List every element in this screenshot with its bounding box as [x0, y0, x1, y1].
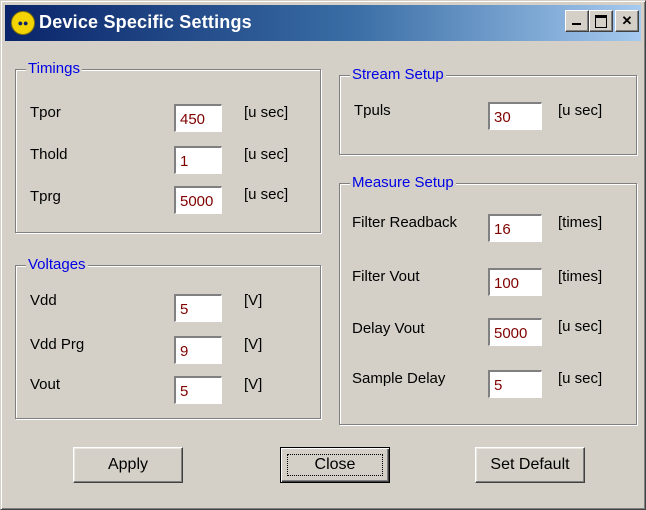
filter-readback-input[interactable]: 16 — [488, 214, 542, 242]
vout-label: Vout — [30, 376, 61, 393]
apply-button[interactable]: Apply — [73, 447, 183, 483]
close-button-label: Close — [314, 456, 356, 473]
sample-delay-unit: [u sec] — [558, 370, 603, 387]
app-logo-icon: ●● — [11, 11, 35, 35]
delay-vout-unit: [u sec] — [558, 318, 603, 335]
tpor-label: Tpor — [30, 104, 61, 121]
window-title: Device Specific Settings — [39, 12, 252, 32]
maximize-icon — [595, 15, 607, 28]
vdd-prg-input[interactable]: 9 — [174, 336, 222, 364]
close-icon: ✕ — [621, 13, 633, 28]
close-window-button[interactable]: ✕ — [615, 10, 639, 32]
minimize-button[interactable] — [565, 10, 589, 32]
delay-vout-label: Delay Vout — [352, 320, 425, 337]
vout-unit: [V] — [244, 376, 263, 393]
vout-input[interactable]: 5 — [174, 376, 222, 404]
thold-label: Thold — [30, 146, 68, 163]
sample-delay-label: Sample Delay — [352, 370, 446, 387]
vdd-label: Vdd — [30, 292, 57, 309]
title-bar[interactable]: ●● Device Specific Settings ✕ — [5, 5, 641, 41]
sample-delay-input[interactable]: 5 — [488, 370, 542, 398]
voltages-group-title: Voltages — [26, 256, 88, 273]
vdd-unit: [V] — [244, 292, 263, 309]
tpor-input[interactable]: 450 — [174, 104, 222, 132]
filter-vout-unit: [times] — [558, 268, 603, 285]
tprg-unit: [u sec] — [244, 186, 289, 203]
set-default-button[interactable]: Set Default — [475, 447, 585, 483]
measure-setup-group: Measure Setup Filter Readback 16 [times]… — [339, 174, 637, 425]
stream-setup-group-title: Stream Setup — [350, 66, 446, 83]
filter-vout-label: Filter Vout — [352, 268, 420, 285]
tpuls-unit: [u sec] — [558, 102, 603, 119]
filter-vout-input[interactable]: 100 — [488, 268, 542, 296]
stream-setup-group: Stream Setup Tpuls 30 [u sec] — [339, 66, 637, 155]
timings-group: Timings Tpor 450 [u sec] Thold 1 [u sec]… — [15, 60, 321, 233]
tpuls-label: Tpuls — [354, 102, 391, 119]
minimize-icon — [572, 23, 581, 25]
close-button[interactable]: Close — [280, 447, 390, 483]
tpuls-input[interactable]: 30 — [488, 102, 542, 130]
tprg-label: Tprg — [30, 188, 61, 205]
tpor-unit: [u sec] — [244, 104, 289, 121]
vdd-prg-unit: [V] — [244, 336, 263, 353]
measure-setup-group-title: Measure Setup — [350, 174, 456, 191]
maximize-button[interactable] — [589, 10, 613, 32]
timings-group-title: Timings — [26, 60, 82, 77]
voltages-group: Voltages Vdd 5 [V] Vdd Prg 9 [V] Vout 5 … — [15, 256, 321, 419]
delay-vout-input[interactable]: 5000 — [488, 318, 542, 346]
thold-input[interactable]: 1 — [174, 146, 222, 174]
filter-readback-label: Filter Readback — [352, 214, 458, 231]
vdd-input[interactable]: 5 — [174, 294, 222, 322]
vdd-prg-label: Vdd Prg — [30, 336, 85, 353]
thold-unit: [u sec] — [244, 146, 289, 163]
settings-window: ●● Device Specific Settings ✕ Timings Tp… — [0, 0, 646, 510]
tprg-input[interactable]: 5000 — [174, 186, 222, 214]
filter-readback-unit: [times] — [558, 214, 603, 231]
